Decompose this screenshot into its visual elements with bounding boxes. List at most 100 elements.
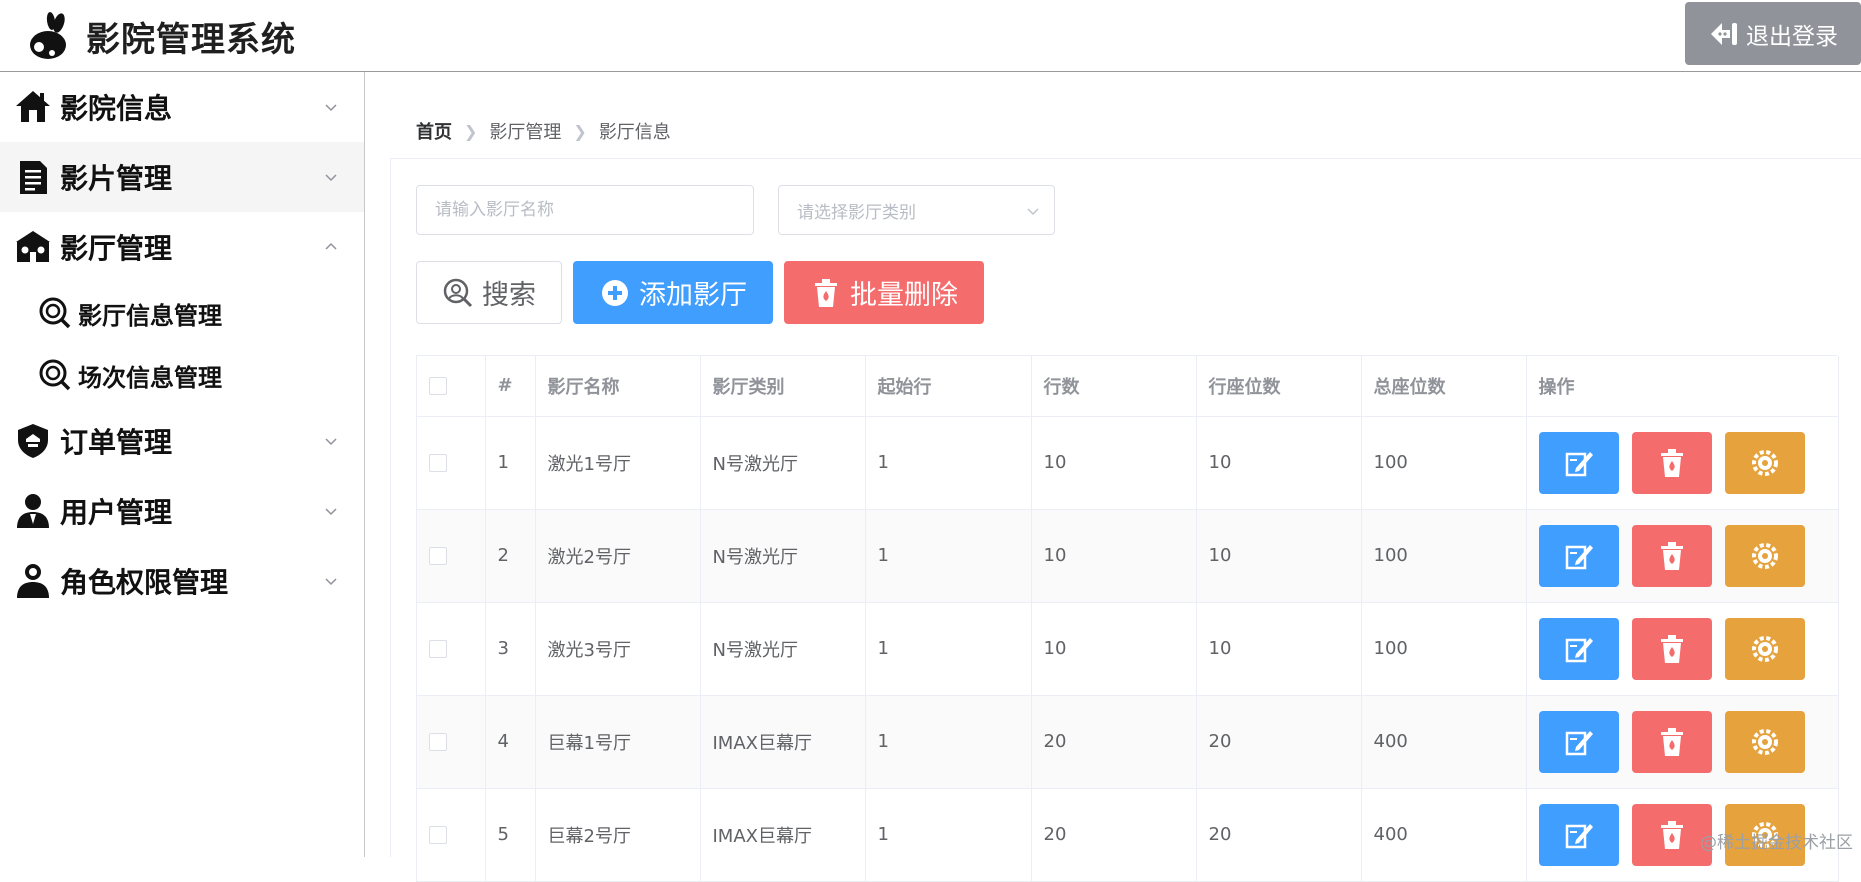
sidebar-subitem-label: 影厅信息管理 <box>78 296 222 331</box>
add-hall-label: 添加影厅 <box>639 273 747 312</box>
content-panel: 请选择影厅类别 搜索 添加影厅 <box>390 158 1861 857</box>
row-select-cell <box>417 509 485 602</box>
chevron-down-icon <box>324 170 338 184</box>
table-row: 2激光2号厅N号激光厅11010100 <box>417 509 1838 602</box>
edit-button[interactable] <box>1539 711 1619 773</box>
sidebar-item-order-management[interactable]: 订单管理 <box>0 406 364 476</box>
cell-rows: 20 <box>1031 695 1196 788</box>
cell-seats-per-row: 10 <box>1196 509 1361 602</box>
table-row: 1激光1号厅N号激光厅11010100 <box>417 416 1838 509</box>
breadcrumb-home[interactable]: 首页 <box>416 118 452 144</box>
logout-label: 退出登录 <box>1746 17 1838 51</box>
delete-button[interactable] <box>1632 618 1712 680</box>
edit-button[interactable] <box>1539 804 1619 866</box>
home-icon <box>14 88 52 126</box>
batch-delete-button[interactable]: 批量删除 <box>784 261 984 324</box>
trash-icon <box>1656 540 1688 572</box>
edit-button[interactable] <box>1539 525 1619 587</box>
row-checkbox[interactable] <box>429 826 447 844</box>
cell-start-row: 1 <box>865 416 1031 509</box>
row-select-cell <box>417 602 485 695</box>
sidebar-item-label: 订单管理 <box>60 421 172 461</box>
row-actions <box>1539 618 1838 680</box>
cell-type: IMAX巨幕厅 <box>700 788 865 881</box>
user-icon <box>14 492 52 530</box>
logout-button[interactable]: 退出登录 <box>1685 2 1861 65</box>
trash-icon <box>810 277 842 309</box>
select-all-checkbox[interactable] <box>429 377 447 395</box>
sidebar-item-label: 影厅管理 <box>60 227 172 267</box>
row-checkbox[interactable] <box>429 547 447 565</box>
sidebar-item-label: 影院信息 <box>60 87 172 127</box>
actions-cell <box>1526 416 1838 509</box>
delete-button[interactable] <box>1632 711 1712 773</box>
search-circle-icon <box>38 296 72 330</box>
cell-type: N号激光厅 <box>700 509 865 602</box>
row-select-cell <box>417 695 485 788</box>
settings-button[interactable] <box>1725 525 1805 587</box>
cell-type: IMAX巨幕厅 <box>700 695 865 788</box>
batch-delete-label: 批量删除 <box>850 273 958 312</box>
search-button[interactable]: 搜索 <box>416 261 562 324</box>
column-header: 影厅名称 <box>535 356 700 416</box>
trash-icon <box>1656 819 1688 851</box>
hall-type-placeholder: 请选择影厅类别 <box>797 198 916 223</box>
edit-button[interactable] <box>1539 618 1619 680</box>
sidebar-item-hall-management[interactable]: 影厅管理 <box>0 212 364 282</box>
gear-icon <box>1749 726 1781 758</box>
chevron-down-icon <box>324 504 338 518</box>
search-circle-icon <box>38 358 72 392</box>
cell-rows: 10 <box>1031 602 1196 695</box>
column-header: 影厅类别 <box>700 356 865 416</box>
row-select-cell <box>417 788 485 881</box>
shield-icon <box>14 422 52 460</box>
settings-button[interactable] <box>1725 432 1805 494</box>
hall-name-input[interactable] <box>416 185 754 235</box>
add-hall-button[interactable]: 添加影厅 <box>573 261 773 324</box>
cell-seats-per-row: 20 <box>1196 695 1361 788</box>
settings-button[interactable] <box>1725 618 1805 680</box>
gear-icon <box>1749 447 1781 479</box>
hall-type-select[interactable]: 请选择影厅类别 <box>778 185 1055 235</box>
hall-table: # 影厅名称 影厅类别 起始行 行数 行座位数 总座位数 操作 1激光1号厅N号… <box>416 355 1837 882</box>
breadcrumb-hall-management: 影厅管理 <box>489 118 561 144</box>
cell-idx: 3 <box>485 602 535 695</box>
cell-total: 100 <box>1361 509 1526 602</box>
sidebar-item-role-permissions[interactable]: 角色权限管理 <box>0 546 364 616</box>
delete-button[interactable] <box>1632 432 1712 494</box>
settings-button[interactable] <box>1725 711 1805 773</box>
row-actions <box>1539 711 1838 773</box>
sidebar-subitem-session-info[interactable]: 场次信息管理 <box>0 344 364 406</box>
edit-icon <box>1563 447 1595 479</box>
cell-type: N号激光厅 <box>700 602 865 695</box>
chevron-up-icon <box>324 240 338 254</box>
column-header: 行数 <box>1031 356 1196 416</box>
sidebar-subitem-hall-info[interactable]: 影厅信息管理 <box>0 282 364 344</box>
cell-start-row: 1 <box>865 602 1031 695</box>
brand: 影院管理系统 <box>26 8 296 64</box>
column-header: 总座位数 <box>1361 356 1526 416</box>
table-header-row: # 影厅名称 影厅类别 起始行 行数 行座位数 总座位数 操作 <box>417 356 1838 416</box>
cell-seats-per-row: 20 <box>1196 788 1361 881</box>
sidebar-item-user-management[interactable]: 用户管理 <box>0 476 364 546</box>
main-content: 首页 ❯ 影厅管理 ❯ 影厅信息 请选择影厅类别 搜索 添加 <box>366 72 1861 857</box>
edit-button[interactable] <box>1539 432 1619 494</box>
row-checkbox[interactable] <box>429 454 447 472</box>
gear-icon <box>1749 633 1781 665</box>
cell-idx: 2 <box>485 509 535 602</box>
chevron-right-icon: ❯ <box>573 122 586 141</box>
sidebar-item-movie-management[interactable]: 影片管理 <box>0 142 364 212</box>
cell-idx: 1 <box>485 416 535 509</box>
trash-icon <box>1656 633 1688 665</box>
row-checkbox[interactable] <box>429 640 447 658</box>
cell-name: 巨幕2号厅 <box>535 788 700 881</box>
actions-cell <box>1526 509 1838 602</box>
column-header: 起始行 <box>865 356 1031 416</box>
actions-cell <box>1526 695 1838 788</box>
cinema-hall-icon <box>14 228 52 266</box>
sidebar-item-cinema-info[interactable]: 影院信息 <box>0 72 364 142</box>
cell-total: 100 <box>1361 602 1526 695</box>
trash-icon <box>1656 726 1688 758</box>
row-checkbox[interactable] <box>429 733 447 751</box>
delete-button[interactable] <box>1632 525 1712 587</box>
